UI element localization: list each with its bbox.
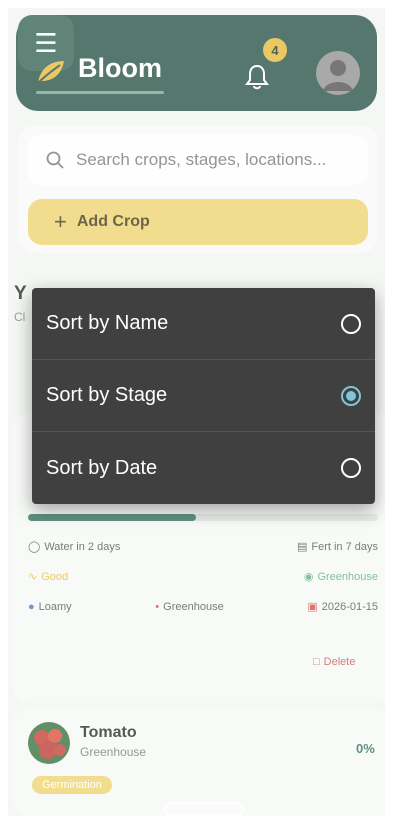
sort-option-label: Sort by Stage (46, 384, 168, 406)
radio-button[interactable] (341, 314, 361, 334)
radio-button-selected[interactable] (341, 386, 361, 406)
sort-option-label: Sort by Name (46, 312, 169, 334)
sort-option-label: Sort by Date (46, 456, 158, 479)
sort-option-name[interactable]: Sort by Name (32, 288, 375, 360)
sort-option-date[interactable]: Sort by Date (32, 432, 375, 504)
sort-menu: Sort by Name Sort by Stage Sort by Date (32, 288, 375, 504)
app-screen: ☰ Bloom 4 Search crops, stages, location… (8, 8, 385, 816)
sort-option-stage[interactable]: Sort by Stage (32, 360, 375, 432)
radio-button[interactable] (341, 458, 361, 478)
